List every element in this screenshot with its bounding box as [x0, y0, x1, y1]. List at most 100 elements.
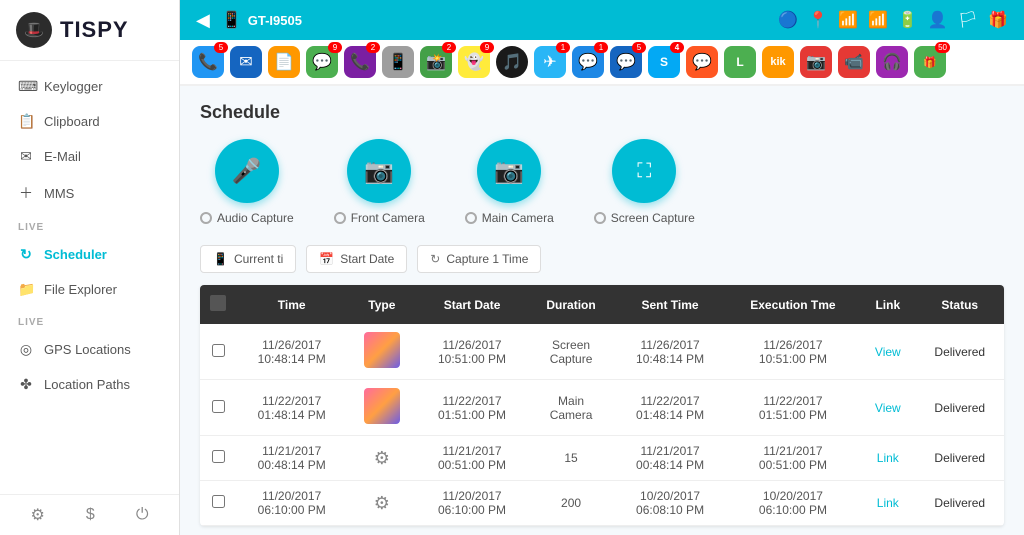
audio-capture-label: Audio Capture — [200, 211, 294, 225]
row-type-2: ⚙ — [347, 436, 416, 481]
main-camera-label: Main Camera — [465, 211, 554, 225]
row-type-0 — [347, 324, 416, 380]
row-link-2[interactable]: Link — [860, 436, 915, 481]
app-icon-video[interactable]: 📹 — [838, 46, 870, 78]
sidebar-section-live-1: LIVE — [0, 212, 179, 237]
app-icon-skype[interactable]: S4 — [648, 46, 680, 78]
app-icon-messenger[interactable]: 💬1 — [572, 46, 604, 78]
row-start-date-1: 11/22/2017 01:51:00 PM — [416, 380, 527, 436]
sidebar-item-clipboard[interactable]: 📋 Clipboard — [0, 104, 179, 139]
front-camera-radio[interactable] — [334, 212, 346, 224]
app-icon-grey[interactable]: 📱 — [382, 46, 414, 78]
row-sent-time-3: 10/20/2017 06:08:10 PM — [614, 481, 725, 526]
sidebar-item-file-explorer[interactable]: 📁 File Explorer — [0, 272, 179, 307]
power-icon[interactable]: ⏻ — [136, 506, 149, 524]
screen-capture-label: Screen Capture — [594, 211, 695, 225]
audio-capture-radio[interactable] — [200, 212, 212, 224]
settings-icon[interactable]: ⚙ — [31, 505, 45, 525]
dollar-icon[interactable]: $ — [86, 506, 95, 524]
row-checkbox-2[interactable] — [212, 450, 225, 463]
row-exec-time-3: 10/20/2017 06:10:00 PM — [726, 481, 860, 526]
row-checkbox-3[interactable] — [212, 495, 225, 508]
screen-capture-radio[interactable] — [594, 212, 606, 224]
row-checkbox-0[interactable] — [212, 344, 225, 357]
front-camera-btn[interactable]: 📷 — [347, 139, 411, 203]
refresh-filter-icon: ↻ — [430, 252, 440, 266]
row-status-0: Delivered — [916, 324, 1004, 380]
row-time-1: 11/22/2017 01:48:14 PM — [236, 380, 347, 436]
app-icon-snapchat[interactable]: 👻9 — [458, 46, 490, 78]
row-time-0: 11/26/2017 10:48:14 PM — [236, 324, 347, 380]
email-icon: ✉ — [18, 148, 34, 165]
logo-text: TISPY — [60, 17, 129, 43]
sidebar-item-email[interactable]: ✉ E-Mail — [0, 139, 179, 174]
clipboard-icon: 📋 — [18, 113, 34, 130]
main-camera-radio[interactable] — [465, 212, 477, 224]
row-checkbox-cell — [200, 324, 236, 380]
row-status-1: Delivered — [916, 380, 1004, 436]
data-table: Time Type Start Date Duration Sent Time … — [200, 285, 1004, 526]
sidebar-item-label: MMS — [44, 186, 74, 201]
sidebar-footer: ⚙ $ ⏻ — [0, 494, 179, 535]
filter-current-time[interactable]: 📱 Current ti — [200, 245, 296, 273]
gift-icon: 🎁 — [988, 10, 1008, 30]
schedule-audio-capture[interactable]: 🎤 Audio Capture — [200, 139, 294, 225]
app-icon-fb[interactable]: 💬5 — [610, 46, 642, 78]
schedule-main-camera[interactable]: 📷 Main Camera — [465, 139, 554, 225]
back-button[interactable]: ◀ — [196, 10, 210, 31]
logo-icon: 🎩 — [16, 12, 52, 48]
app-icon-music[interactable]: 🎵 — [496, 46, 528, 78]
user-avatar[interactable]: 👤 — [928, 10, 948, 30]
row-checkbox-cell — [200, 380, 236, 436]
main-camera-btn[interactable]: 📷 — [477, 139, 541, 203]
row-duration-3: 200 — [528, 481, 615, 526]
sidebar-item-scheduler[interactable]: ↻ Scheduler — [0, 237, 179, 272]
screen-capture-btn[interactable]: ⛶ — [612, 139, 676, 203]
app-icon-red-cam[interactable]: 📷 — [800, 46, 832, 78]
app-icon-email[interactable]: ✉ — [230, 46, 262, 78]
app-icon-telegram[interactable]: ✈1 — [534, 46, 566, 78]
app-icon-line[interactable]: L — [724, 46, 756, 78]
wifi-icon: 📶 — [838, 10, 858, 30]
row-link-0[interactable]: View — [860, 324, 915, 380]
filter-start-date[interactable]: 📅 Start Date — [306, 245, 407, 273]
sidebar-item-mms[interactable]: ＋ MMS — [0, 174, 179, 212]
schedule-screen-capture[interactable]: ⛶ Screen Capture — [594, 139, 695, 225]
app-icon-kik[interactable]: kik — [762, 46, 794, 78]
sidebar-item-keylogger[interactable]: ⌨ Keylogger — [0, 69, 179, 104]
topbar-icons: 🔵 📍 📶 📶 🔋 👤 🏳 🎁 — [778, 10, 1008, 30]
app-icon-whatsapp[interactable]: 💬9 — [306, 46, 338, 78]
row-time-2: 11/21/2017 00:48:14 PM — [236, 436, 347, 481]
app-icon-game[interactable]: 🎁50 — [914, 46, 946, 78]
bluetooth-icon: 🔵 — [778, 10, 798, 30]
scheduler-icon: ↻ — [18, 246, 34, 263]
content-area: Schedule 🎤 Audio Capture 📷 Front Camera … — [180, 86, 1024, 535]
row-link-3[interactable]: Link — [860, 481, 915, 526]
front-camera-label: Front Camera — [334, 211, 425, 225]
signal-icon: 📶 — [868, 10, 888, 30]
audio-capture-btn[interactable]: 🎤 — [215, 139, 279, 203]
section-title: Schedule — [200, 102, 1004, 123]
app-icon-doc[interactable]: 📄 — [268, 46, 300, 78]
row-exec-time-0: 11/26/2017 10:51:00 PM — [726, 324, 860, 380]
app-icon-orange[interactable]: 💬 — [686, 46, 718, 78]
filter-capture-time[interactable]: ↻ Capture 1 Time — [417, 245, 541, 273]
type-thumbnail — [364, 332, 400, 368]
row-link-1[interactable]: View — [860, 380, 915, 436]
table-row: 11/22/2017 01:48:14 PM 11/22/2017 01:51:… — [200, 380, 1004, 436]
row-time-3: 11/20/2017 06:10:00 PM — [236, 481, 347, 526]
sidebar: 🎩 TISPY ⌨ Keylogger 📋 Clipboard ✉ E-Mail… — [0, 0, 180, 535]
schedule-front-camera[interactable]: 📷 Front Camera — [334, 139, 425, 225]
app-icon-purple[interactable]: 🎧 — [876, 46, 908, 78]
app-icon-camera[interactable]: 📸2 — [420, 46, 452, 78]
row-checkbox-1[interactable] — [212, 400, 225, 413]
sidebar-item-location-paths[interactable]: ✤ Location Paths — [0, 367, 179, 402]
app-icon-phone[interactable]: 📞5 — [192, 46, 224, 78]
col-checkbox — [200, 285, 236, 324]
main-content: ◀ 📱 GT-I9505 🔵 📍 📶 📶 🔋 👤 🏳 🎁 📞5 ✉ 📄 💬9 📞… — [180, 0, 1024, 535]
row-start-date-0: 11/26/2017 10:51:00 PM — [416, 324, 527, 380]
sidebar-item-label: Clipboard — [44, 114, 100, 129]
app-icon-viber[interactable]: 📞2 — [344, 46, 376, 78]
sidebar-item-gps[interactable]: ◎ GPS Locations — [0, 332, 179, 367]
sidebar-item-label: E-Mail — [44, 149, 81, 164]
